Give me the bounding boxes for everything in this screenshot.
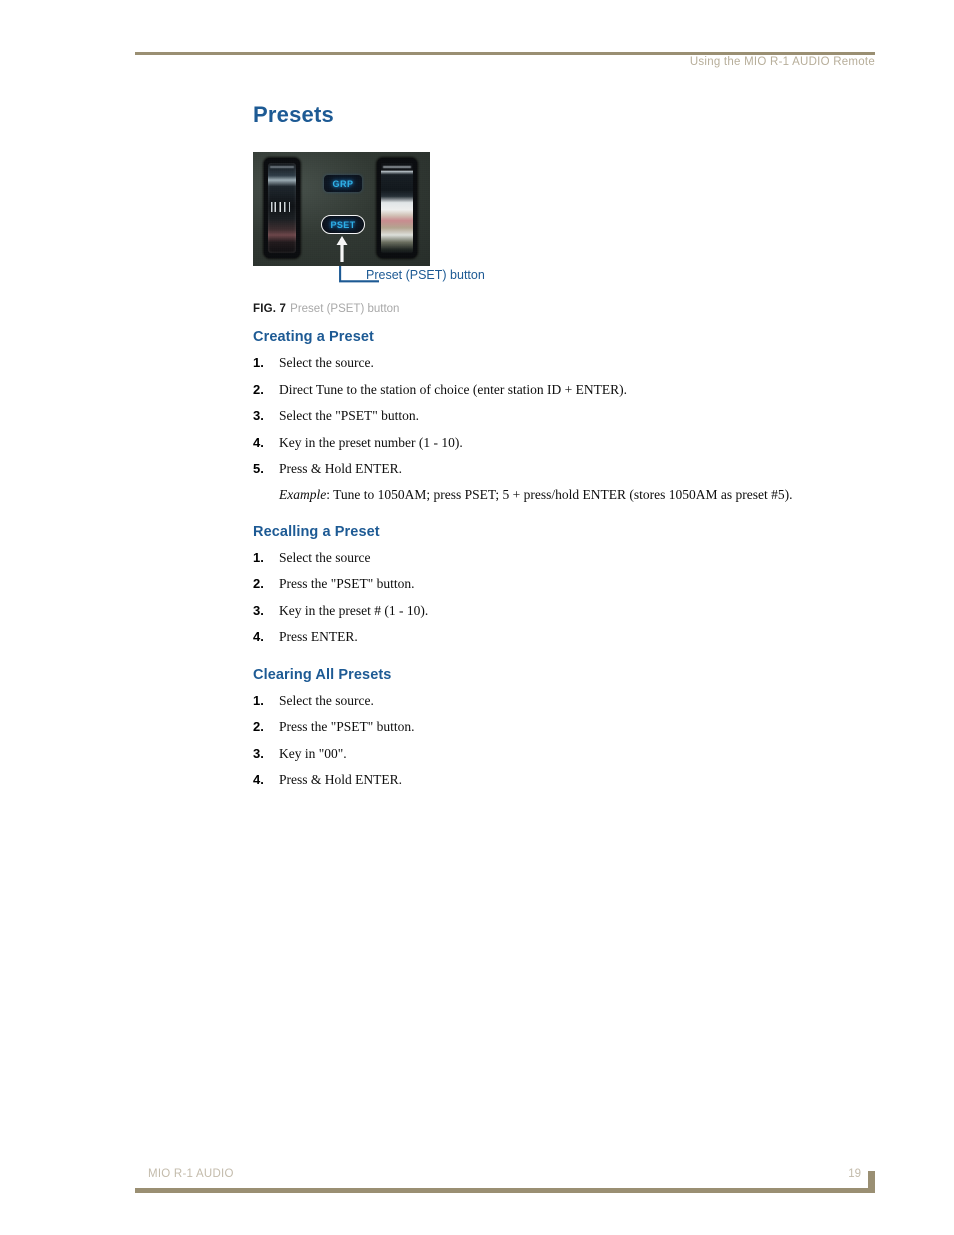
steps-list-clearing-all-presets: 1. Select the source. 2. Press the "PSET… [253, 693, 853, 789]
step-number: 4. [253, 629, 264, 645]
section-heading-creating-a-preset: Creating a Preset [253, 329, 374, 346]
remote-keypad-photo: GRP PSET [253, 152, 430, 267]
step-number: 2. [253, 719, 264, 735]
step-text: Select the source [279, 550, 371, 565]
page-number: 19 [848, 1168, 861, 1180]
step-number: 3. [253, 745, 264, 761]
footer-corner-tab [868, 1171, 875, 1193]
right-rocker-key [377, 158, 417, 259]
grp-button[interactable]: GRP [324, 175, 362, 193]
step-text: Press the "PSET" button. [279, 576, 415, 592]
figure-number: FIG. 7 [253, 303, 287, 316]
right-key-highlight [383, 166, 411, 169]
step-text: Key in the preset number (1 - 10). [279, 434, 463, 450]
figure-caption: FIG. 7 Preset (PSET) button [253, 303, 613, 315]
section-heading-recalling-a-preset: Recalling a Preset [253, 524, 380, 540]
list-item: 1. Select the source [253, 550, 853, 566]
step-number: 3. [253, 602, 264, 618]
list-item: 2. Direct Tune to the station of choice … [253, 382, 853, 398]
step-text: Direct Tune to the station of choice (en… [279, 381, 628, 397]
pset-button-label: PSET [330, 219, 356, 230]
list-item: 4. Key in the preset number (1 - 10). [253, 435, 853, 451]
steps-list-creating-a-preset: 1. Select the source. 2. Direct Tune to … [253, 355, 853, 477]
step-text: Key in the preset # (1 - 10). [279, 602, 429, 618]
left-key-highlight [270, 166, 294, 169]
list-item: 3. Key in the preset # (1 - 10). [253, 603, 853, 619]
footer-divider [135, 1188, 875, 1193]
page-header: Using the MIO R-1 AUDIO Remote [135, 52, 875, 80]
step-text: Press & Hold ENTER. [279, 461, 402, 477]
list-item: 1. Select the source. [253, 693, 853, 709]
step-number: 1. [253, 355, 264, 371]
page-footer: MIO R-1 AUDIO 19 [135, 1168, 875, 1198]
step-number: 1. [253, 550, 264, 565]
step-text: Select the "PSET" button. [279, 408, 420, 424]
section-heading-clearing-all-presets: Clearing All Presets [253, 666, 392, 683]
figure-caption-text: Preset (PSET) button [290, 303, 400, 316]
header-divider [135, 52, 875, 55]
list-item: 2. Press the "PSET" button. [253, 576, 853, 592]
step-number: 1. [253, 692, 264, 708]
steps-list-recalling-a-preset: 1. Select the source 2. Press the "PSET"… [253, 550, 853, 646]
step-text: Press ENTER. [279, 629, 358, 645]
list-item: 2. Press the "PSET" button. [253, 719, 853, 735]
page-title: Presets [253, 102, 334, 127]
step-text: Press the "PSET" button. [279, 719, 415, 735]
example-label: Example [279, 486, 327, 502]
step-text: Select the source. [279, 692, 374, 708]
list-item: 4. Press ENTER. [253, 629, 853, 645]
figure-7: GRP PSET Preset (PSET) button FIG. 7 Pres… [253, 152, 613, 315]
list-item: 5. Press & Hold ENTER. [253, 461, 853, 477]
list-item: 1. Select the source. [253, 355, 853, 371]
step-number: 5. [253, 461, 264, 477]
step-text: Select the source. [279, 355, 374, 371]
right-key-surface [381, 163, 413, 254]
step-text: Key in "00". [279, 745, 347, 761]
footer-manual-name: MIO R-1 AUDIO [148, 1168, 234, 1180]
list-item: 4. Press & Hold ENTER. [253, 772, 853, 788]
callout-arrow-icon [336, 236, 348, 263]
left-key-arrow-glyphs [269, 202, 295, 213]
example-note: Example: Tune to 1050AM; press PSET; 5 +… [279, 487, 853, 503]
running-head: Using the MIO R-1 AUDIO Remote [689, 56, 875, 68]
left-rocker-key [264, 158, 300, 259]
step-number: 4. [253, 772, 264, 788]
callout-label: Preset (PSET) button [366, 268, 485, 283]
step-number: 3. [253, 408, 264, 424]
list-item: 3. Key in "00". [253, 746, 853, 762]
example-text: : Tune to 1050AM; press PSET; 5 + press/… [326, 486, 793, 502]
grp-button-label: GRP [332, 178, 354, 189]
list-item: 3. Select the "PSET" button. [253, 408, 853, 424]
step-number: 2. [253, 576, 264, 592]
step-number: 2. [253, 381, 264, 397]
step-number: 4. [253, 434, 264, 450]
page-content: Presets GRP PSET Preset (PSET) button FI… [253, 102, 853, 789]
step-text: Press & Hold ENTER. [279, 772, 402, 788]
pset-button[interactable]: PSET [321, 215, 365, 235]
